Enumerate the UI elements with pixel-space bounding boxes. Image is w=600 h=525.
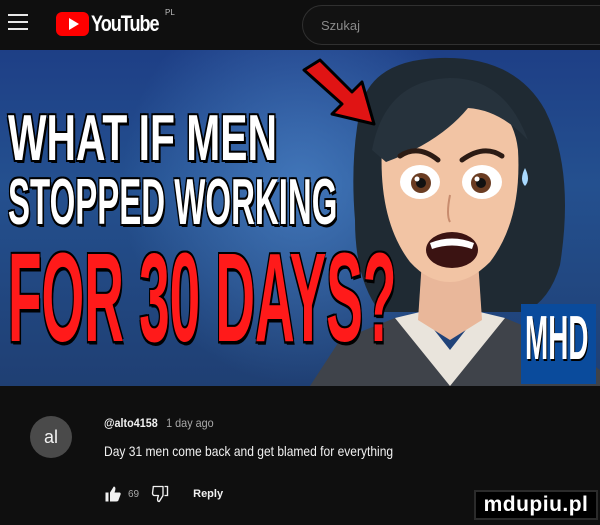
- logo-text: YouTube: [91, 11, 160, 36]
- comment-author[interactable]: @alto4158: [104, 416, 158, 430]
- reply-button[interactable]: Reply: [193, 488, 223, 500]
- red-arrow-icon: [302, 58, 376, 126]
- thumbs-up-icon[interactable]: [104, 485, 122, 503]
- headline-line-3: FOR 30 DAYS?: [8, 227, 397, 369]
- thumbs-down-icon[interactable]: [151, 485, 169, 503]
- comment-header: @alto4158 1 day ago: [104, 416, 214, 430]
- like-count: 69: [128, 488, 140, 500]
- comment-text: Day 31 men come back and get blamed for …: [104, 443, 394, 459]
- video-thumbnail[interactable]: WHAT IF MEN STOPPED WORKING FOR 30 DAYS?…: [0, 50, 600, 386]
- badge-text: MHD: [525, 304, 589, 373]
- headline-line-2: STOPPED WORKING: [8, 165, 338, 239]
- avatar[interactable]: al: [30, 416, 72, 458]
- hamburger-menu-icon[interactable]: [8, 14, 28, 32]
- top-bar: YouTube PL Szukaj: [0, 0, 600, 50]
- youtube-logo[interactable]: YouTube: [56, 11, 173, 37]
- comment-actions: 69 Reply: [104, 484, 223, 504]
- search-input[interactable]: Szukaj: [302, 5, 600, 45]
- channel-badge: MHD: [521, 304, 596, 384]
- play-logo-icon: [56, 12, 89, 36]
- watermark: mdupiu.pl: [474, 490, 598, 520]
- comment-time[interactable]: 1 day ago: [166, 416, 213, 430]
- headline-line-1: WHAT IF MEN: [8, 101, 277, 175]
- region-code: PL: [165, 8, 175, 17]
- search-placeholder: Szukaj: [321, 18, 361, 33]
